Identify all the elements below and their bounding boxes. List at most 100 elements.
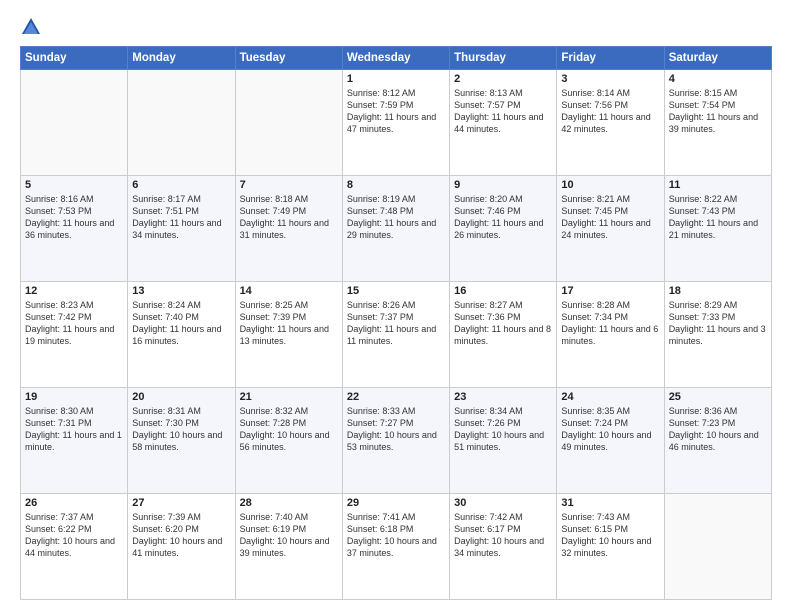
calendar-cell: 15 Sunrise: 8:26 AM Sunset: 7:37 PM Dayli… <box>342 282 449 388</box>
calendar-header-tuesday: Tuesday <box>235 47 342 70</box>
calendar-week-row: 1 Sunrise: 8:12 AM Sunset: 7:59 PM Daylig… <box>21 70 772 176</box>
calendar-header-friday: Friday <box>557 47 664 70</box>
day-number: 5 <box>25 179 123 191</box>
day-number: 28 <box>240 497 338 509</box>
calendar-cell: 19 Sunrise: 8:30 AM Sunset: 7:31 PM Dayli… <box>21 388 128 494</box>
day-info: Sunrise: 8:16 AM Sunset: 7:53 PM Dayligh… <box>25 193 123 242</box>
calendar-cell: 11 Sunrise: 8:22 AM Sunset: 7:43 PM Dayli… <box>664 176 771 282</box>
day-info: Sunrise: 8:29 AM Sunset: 7:33 PM Dayligh… <box>669 299 767 348</box>
calendar-cell: 5 Sunrise: 8:16 AM Sunset: 7:53 PM Daylig… <box>21 176 128 282</box>
calendar-header-sunday: Sunday <box>21 47 128 70</box>
calendar-cell: 9 Sunrise: 8:20 AM Sunset: 7:46 PM Daylig… <box>450 176 557 282</box>
day-info: Sunrise: 8:32 AM Sunset: 7:28 PM Dayligh… <box>240 405 338 454</box>
day-info: Sunrise: 8:25 AM Sunset: 7:39 PM Dayligh… <box>240 299 338 348</box>
day-info: Sunrise: 8:26 AM Sunset: 7:37 PM Dayligh… <box>347 299 445 348</box>
calendar-cell: 2 Sunrise: 8:13 AM Sunset: 7:57 PM Daylig… <box>450 70 557 176</box>
day-number: 29 <box>347 497 445 509</box>
day-info: Sunrise: 7:42 AM Sunset: 6:17 PM Dayligh… <box>454 511 552 560</box>
day-number: 20 <box>132 391 230 403</box>
calendar-cell: 24 Sunrise: 8:35 AM Sunset: 7:24 PM Dayli… <box>557 388 664 494</box>
day-info: Sunrise: 7:41 AM Sunset: 6:18 PM Dayligh… <box>347 511 445 560</box>
calendar-cell: 30 Sunrise: 7:42 AM Sunset: 6:17 PM Dayli… <box>450 494 557 600</box>
day-number: 23 <box>454 391 552 403</box>
calendar-cell: 10 Sunrise: 8:21 AM Sunset: 7:45 PM Dayli… <box>557 176 664 282</box>
calendar-week-row: 12 Sunrise: 8:23 AM Sunset: 7:42 PM Dayli… <box>21 282 772 388</box>
day-info: Sunrise: 8:17 AM Sunset: 7:51 PM Dayligh… <box>132 193 230 242</box>
day-info: Sunrise: 8:14 AM Sunset: 7:56 PM Dayligh… <box>561 87 659 136</box>
day-number: 24 <box>561 391 659 403</box>
day-number: 17 <box>561 285 659 297</box>
calendar-cell: 20 Sunrise: 8:31 AM Sunset: 7:30 PM Dayli… <box>128 388 235 494</box>
calendar-cell: 8 Sunrise: 8:19 AM Sunset: 7:48 PM Daylig… <box>342 176 449 282</box>
calendar-cell: 7Sunrise: 8:18 AM Sunset: 7:49 PM Daylig… <box>235 176 342 282</box>
calendar-cell: 3 Sunrise: 8:14 AM Sunset: 7:56 PM Daylig… <box>557 70 664 176</box>
day-number: 2 <box>454 73 552 85</box>
day-number: 22 <box>347 391 445 403</box>
day-number: 13 <box>132 285 230 297</box>
calendar-header-thursday: Thursday <box>450 47 557 70</box>
day-number: 30 <box>454 497 552 509</box>
day-number: 19 <box>25 391 123 403</box>
day-number: 16 <box>454 285 552 297</box>
day-info: Sunrise: 8:31 AM Sunset: 7:30 PM Dayligh… <box>132 405 230 454</box>
day-number: 3 <box>561 73 659 85</box>
day-info: Sunrise: 7:43 AM Sunset: 6:15 PM Dayligh… <box>561 511 659 560</box>
calendar-cell: 14Sunrise: 8:25 AM Sunset: 7:39 PM Dayli… <box>235 282 342 388</box>
calendar-cell: 31 Sunrise: 7:43 AM Sunset: 6:15 PM Dayli… <box>557 494 664 600</box>
day-info: Sunrise: 7:40 AM Sunset: 6:19 PM Dayligh… <box>240 511 338 560</box>
calendar-header-row: SundayMondayTuesdayWednesdayThursdayFrid… <box>21 47 772 70</box>
day-info: Sunrise: 8:12 AM Sunset: 7:59 PM Dayligh… <box>347 87 445 136</box>
day-info: Sunrise: 8:28 AM Sunset: 7:34 PM Dayligh… <box>561 299 659 348</box>
calendar-cell <box>664 494 771 600</box>
day-number: 8 <box>347 179 445 191</box>
calendar-week-row: 19 Sunrise: 8:30 AM Sunset: 7:31 PM Dayli… <box>21 388 772 494</box>
day-number: 25 <box>669 391 767 403</box>
calendar-header-wednesday: Wednesday <box>342 47 449 70</box>
calendar-table: SundayMondayTuesdayWednesdayThursdayFrid… <box>20 46 772 600</box>
calendar-cell <box>128 70 235 176</box>
calendar-cell: 28 Sunrise: 7:40 AM Sunset: 6:19 PM Dayli… <box>235 494 342 600</box>
day-number: 27 <box>132 497 230 509</box>
day-number: 9 <box>454 179 552 191</box>
day-number: 11 <box>669 179 767 191</box>
logo <box>20 16 46 38</box>
calendar-cell: 22Sunrise: 8:33 AM Sunset: 7:27 PM Dayli… <box>342 388 449 494</box>
page: SundayMondayTuesdayWednesdayThursdayFrid… <box>0 0 792 612</box>
calendar-cell: 1 Sunrise: 8:12 AM Sunset: 7:59 PM Daylig… <box>342 70 449 176</box>
day-number: 6 <box>132 179 230 191</box>
day-number: 21 <box>240 391 338 403</box>
calendar-cell: 6 Sunrise: 8:17 AM Sunset: 7:51 PM Daylig… <box>128 176 235 282</box>
calendar-week-row: 26Sunrise: 7:37 AM Sunset: 6:22 PM Dayli… <box>21 494 772 600</box>
day-number: 12 <box>25 285 123 297</box>
calendar-cell: 17 Sunrise: 8:28 AM Sunset: 7:34 PM Dayli… <box>557 282 664 388</box>
header <box>20 16 772 38</box>
day-info: Sunrise: 8:15 AM Sunset: 7:54 PM Dayligh… <box>669 87 767 136</box>
day-number: 7 <box>240 179 338 191</box>
day-info: Sunrise: 8:30 AM Sunset: 7:31 PM Dayligh… <box>25 405 123 454</box>
day-info: Sunrise: 8:35 AM Sunset: 7:24 PM Dayligh… <box>561 405 659 454</box>
day-number: 1 <box>347 73 445 85</box>
day-info: Sunrise: 8:20 AM Sunset: 7:46 PM Dayligh… <box>454 193 552 242</box>
day-number: 18 <box>669 285 767 297</box>
day-info: Sunrise: 8:24 AM Sunset: 7:40 PM Dayligh… <box>132 299 230 348</box>
calendar-cell: 25 Sunrise: 8:36 AM Sunset: 7:23 PM Dayli… <box>664 388 771 494</box>
calendar-cell: 18 Sunrise: 8:29 AM Sunset: 7:33 PM Dayli… <box>664 282 771 388</box>
day-number: 31 <box>561 497 659 509</box>
calendar-header-monday: Monday <box>128 47 235 70</box>
calendar-cell: 4Sunrise: 8:15 AM Sunset: 7:54 PM Daylig… <box>664 70 771 176</box>
calendar-cell <box>21 70 128 176</box>
day-info: Sunrise: 8:13 AM Sunset: 7:57 PM Dayligh… <box>454 87 552 136</box>
calendar-week-row: 5 Sunrise: 8:16 AM Sunset: 7:53 PM Daylig… <box>21 176 772 282</box>
day-info: Sunrise: 8:22 AM Sunset: 7:43 PM Dayligh… <box>669 193 767 242</box>
day-info: Sunrise: 8:21 AM Sunset: 7:45 PM Dayligh… <box>561 193 659 242</box>
day-info: Sunrise: 8:27 AM Sunset: 7:36 PM Dayligh… <box>454 299 552 348</box>
day-number: 10 <box>561 179 659 191</box>
day-info: Sunrise: 8:23 AM Sunset: 7:42 PM Dayligh… <box>25 299 123 348</box>
day-info: Sunrise: 7:37 AM Sunset: 6:22 PM Dayligh… <box>25 511 123 560</box>
calendar-cell: 23Sunrise: 8:34 AM Sunset: 7:26 PM Dayli… <box>450 388 557 494</box>
logo-icon <box>20 16 42 38</box>
day-number: 15 <box>347 285 445 297</box>
day-info: Sunrise: 8:19 AM Sunset: 7:48 PM Dayligh… <box>347 193 445 242</box>
calendar-cell: 29 Sunrise: 7:41 AM Sunset: 6:18 PM Dayli… <box>342 494 449 600</box>
day-info: Sunrise: 8:36 AM Sunset: 7:23 PM Dayligh… <box>669 405 767 454</box>
